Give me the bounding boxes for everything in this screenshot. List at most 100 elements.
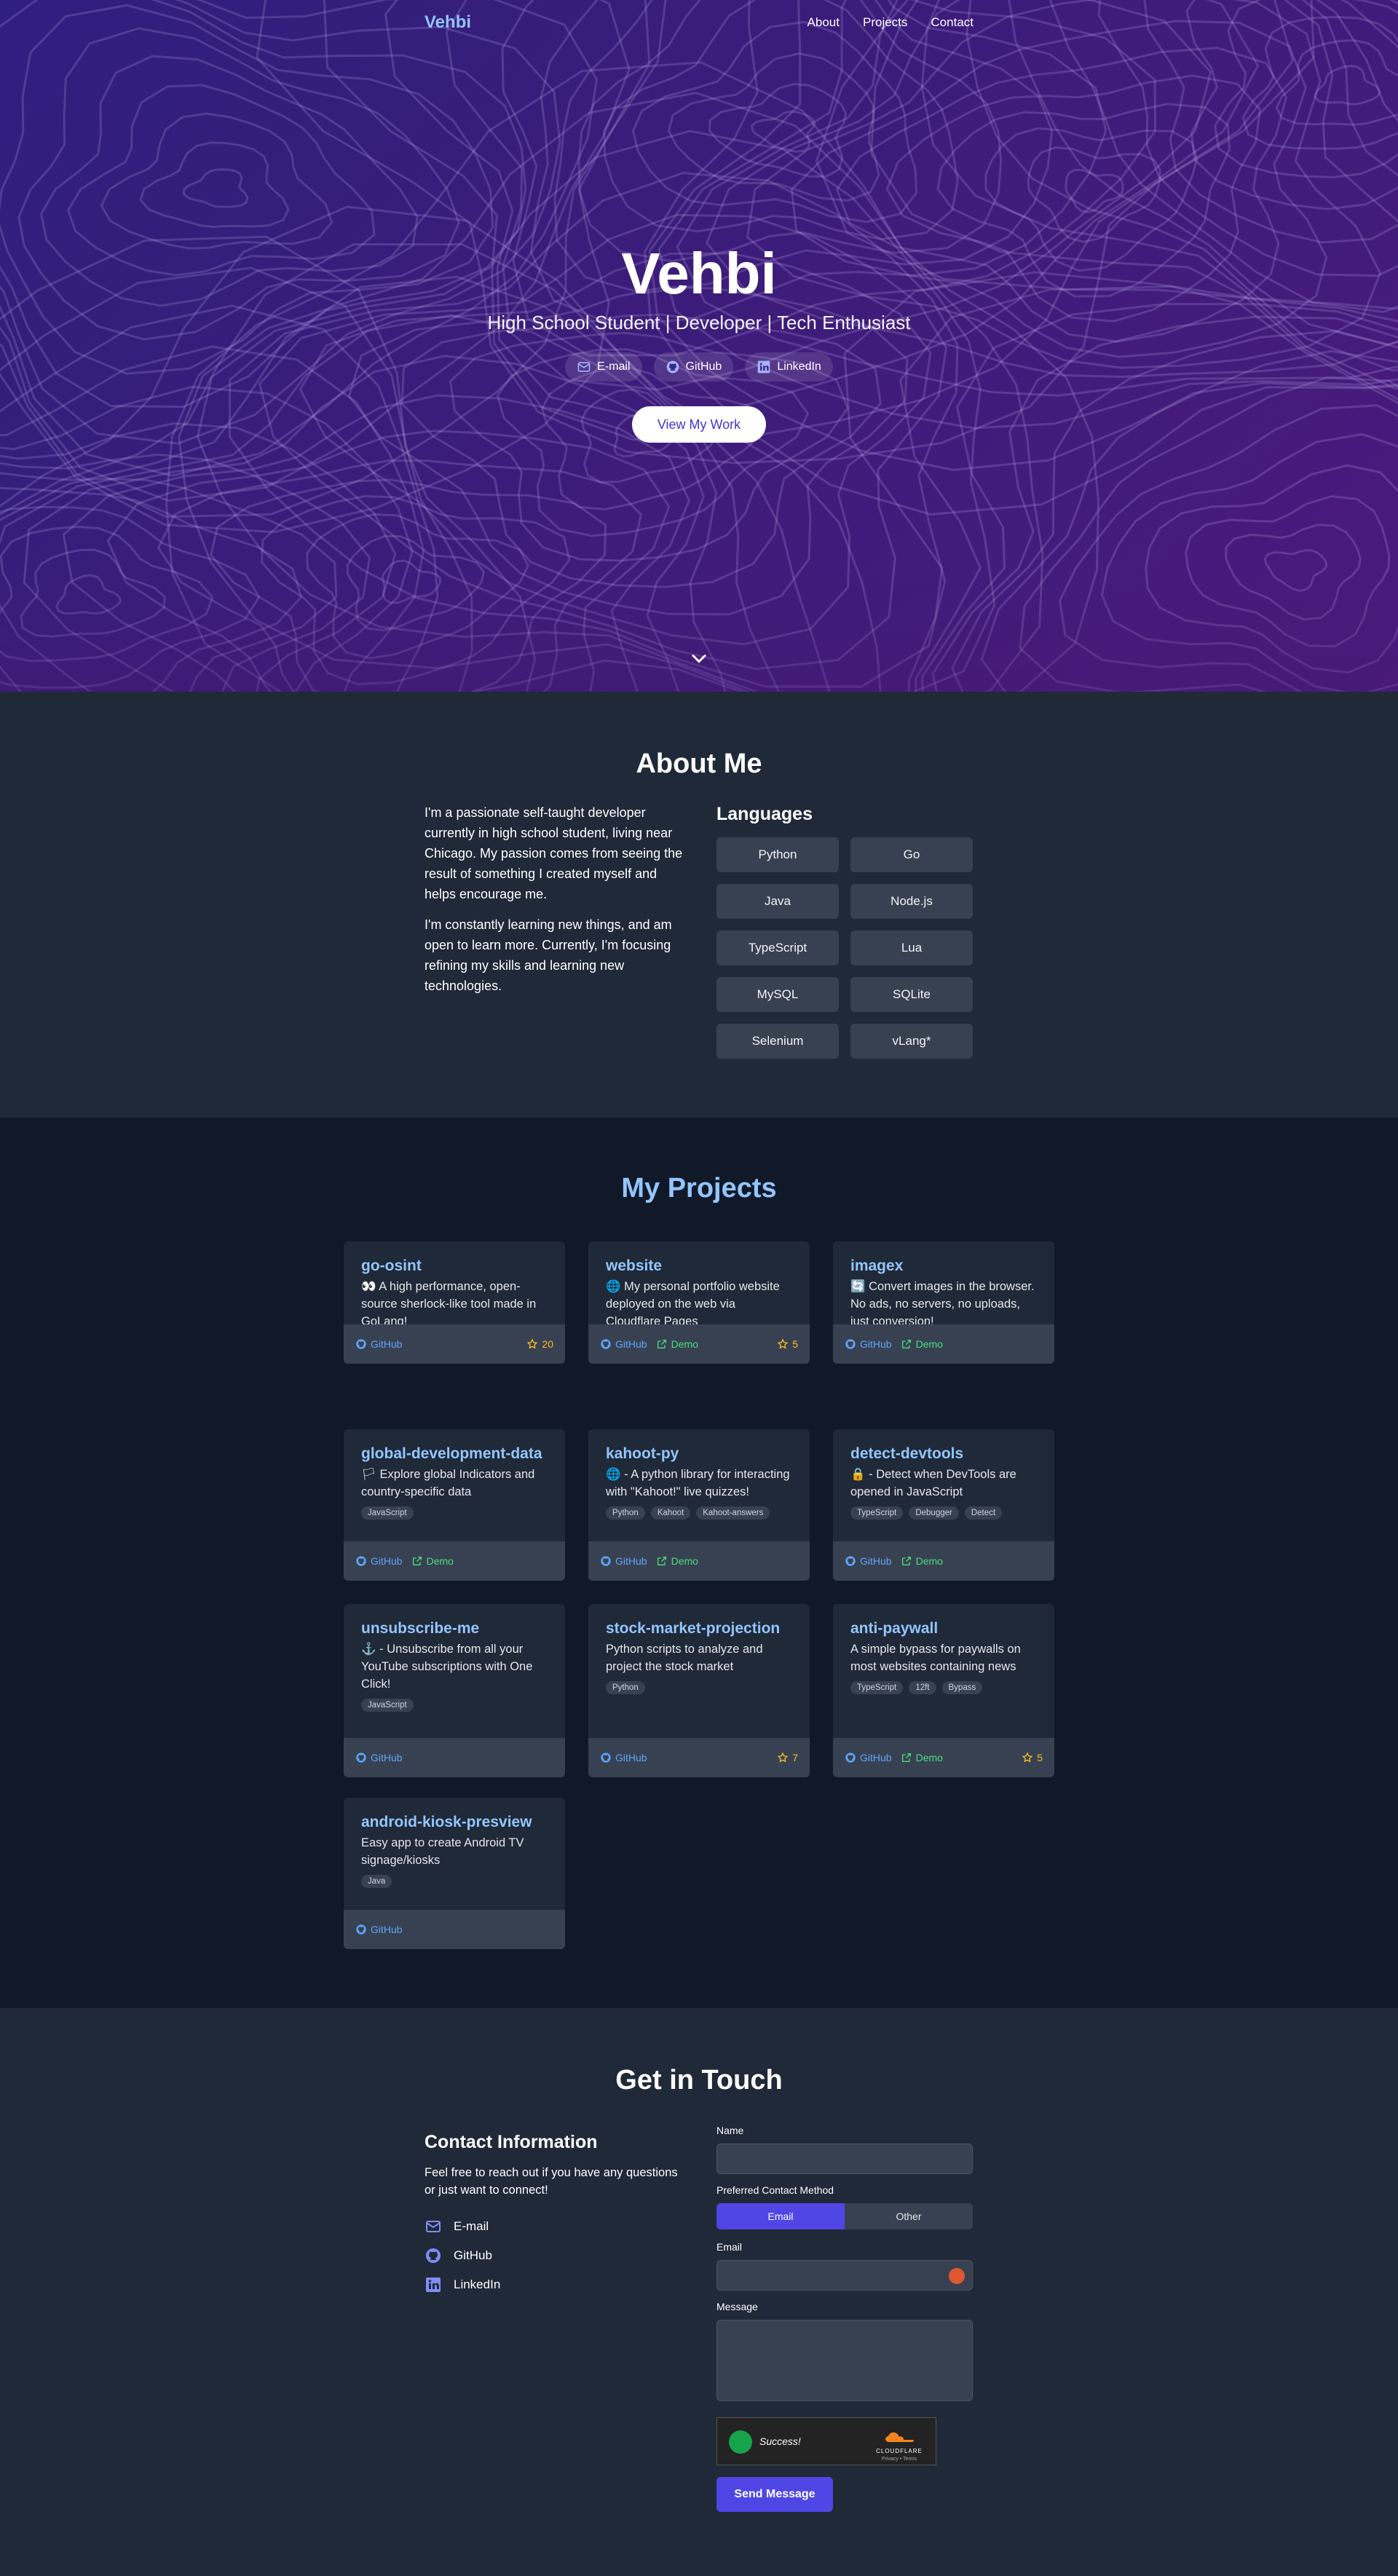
star-count: 5 xyxy=(1022,1752,1043,1763)
top-nav: Vehbi About Projects Contact xyxy=(424,0,974,45)
hero-email-button[interactable]: E-mail xyxy=(565,352,642,382)
demo-link[interactable]: Demo xyxy=(901,1555,943,1567)
project-title[interactable]: kahoot-py xyxy=(606,1445,792,1463)
name-input[interactable] xyxy=(716,2144,973,2174)
mail-icon xyxy=(577,362,591,372)
language-chip: Java xyxy=(716,884,839,919)
project-title[interactable]: anti-paywall xyxy=(850,1620,1037,1637)
star-count-value: 5 xyxy=(1037,1752,1043,1763)
github-link[interactable]: GitHub xyxy=(355,1555,403,1567)
email-input[interactable] xyxy=(716,2260,973,2291)
nav-link-projects[interactable]: Projects xyxy=(863,15,907,30)
contact-linkedin-label: LinkedIn xyxy=(454,2277,501,2291)
demo-label: Demo xyxy=(671,1555,698,1567)
captcha-links[interactable]: Privacy • Terms xyxy=(873,2457,925,2462)
project-title[interactable]: unsubscribe-me xyxy=(361,1620,548,1637)
project-tag: Debugger xyxy=(909,1506,959,1520)
project-title[interactable]: imagex xyxy=(850,1257,1037,1275)
project-tag: Detect xyxy=(964,1506,1003,1520)
message-textarea[interactable] xyxy=(716,2320,973,2401)
site-logo[interactable]: Vehbi xyxy=(424,12,471,33)
demo-link[interactable]: Demo xyxy=(901,1752,943,1763)
github-icon xyxy=(426,2248,441,2263)
demo-label: Demo xyxy=(671,1338,698,1350)
github-icon xyxy=(845,1339,856,1349)
project-card-footer: GitHub 20 xyxy=(344,1324,565,1364)
cloudflare-logo: CLOUDFLARE Privacy • Terms xyxy=(873,2431,925,2462)
contact-email-link[interactable]: E-mail xyxy=(424,2218,500,2235)
languages-title: Languages xyxy=(716,804,813,824)
external-link-icon xyxy=(901,1340,911,1348)
nav-link-about[interactable]: About xyxy=(807,15,840,30)
project-card: unsubscribe-me ⚓ - Unsubscribe from all … xyxy=(344,1604,565,1777)
github-link[interactable]: GitHub xyxy=(355,1924,403,1935)
hero-subtitle: High School Student | Developer | Tech E… xyxy=(487,312,911,333)
project-card: detect-devtools 🔒 - Detect when DevTools… xyxy=(833,1429,1054,1581)
project-tag: 12ft xyxy=(909,1681,936,1694)
github-icon xyxy=(356,1556,366,1566)
github-link[interactable]: GitHub xyxy=(845,1752,892,1763)
github-link[interactable]: GitHub xyxy=(845,1338,892,1350)
project-title[interactable]: stock-market-projection xyxy=(606,1620,792,1637)
send-message-button[interactable]: Send Message xyxy=(716,2477,833,2512)
method-other-option[interactable]: Other xyxy=(845,2203,973,2229)
github-label: GitHub xyxy=(860,1338,892,1350)
github-link[interactable]: GitHub xyxy=(355,1752,403,1763)
nav-link-contact[interactable]: Contact xyxy=(931,15,974,30)
language-chip: Go xyxy=(850,837,973,872)
hero-linkedin-button[interactable]: LinkedIn xyxy=(745,352,833,382)
github-link[interactable]: GitHub xyxy=(600,1555,647,1567)
project-tags: TypeScript 12ft Bypass xyxy=(850,1681,1037,1694)
github-icon xyxy=(601,1556,611,1566)
language-chip: Selenium xyxy=(716,1024,839,1059)
contact-info-title: Contact Information xyxy=(424,2132,598,2152)
project-card: kahoot-py 🌐 - A python library for inter… xyxy=(588,1429,810,1581)
contact-linkedin-link[interactable]: LinkedIn xyxy=(424,2276,500,2293)
project-card: imagex 🔄 Convert images in the browser. … xyxy=(833,1241,1054,1364)
hero-github-button[interactable]: GitHub xyxy=(653,352,734,382)
contact-github-link[interactable]: GitHub xyxy=(424,2247,500,2264)
project-card: global-development-data 🏳 Explore global… xyxy=(344,1429,565,1581)
demo-link[interactable]: Demo xyxy=(901,1338,943,1350)
language-chip: Node.js xyxy=(850,884,973,919)
chevron-down-icon[interactable] xyxy=(689,648,709,668)
project-title[interactable]: global-development-data xyxy=(361,1445,548,1463)
linkedin-icon xyxy=(426,2277,441,2292)
project-title[interactable]: android-kiosk-presview xyxy=(361,1814,548,1831)
method-email-option[interactable]: Email xyxy=(716,2203,845,2229)
github-link[interactable]: GitHub xyxy=(355,1338,403,1350)
contact-method-label: Preferred Contact Method xyxy=(716,2184,834,2196)
project-tag: JavaScript xyxy=(361,1506,414,1520)
captcha-widget[interactable]: Success! CLOUDFLARE Privacy • Terms xyxy=(716,2417,936,2465)
language-chip: Python xyxy=(716,837,839,872)
project-card-footer: GitHub Demo xyxy=(588,1541,810,1581)
view-my-work-button[interactable]: View My Work xyxy=(632,406,766,443)
project-tags: Python Kahoot Kahoot-answers xyxy=(606,1506,792,1520)
github-link[interactable]: GitHub xyxy=(845,1555,892,1567)
captcha-status: Success! xyxy=(759,2435,801,2447)
project-title[interactable]: website xyxy=(606,1257,792,1275)
project-description: 🔒 - Detect when DevTools are opened in J… xyxy=(850,1468,1016,1498)
project-card-footer: GitHub Demo 5 xyxy=(588,1324,810,1364)
project-tag: Python xyxy=(606,1506,645,1520)
project-tag: Python xyxy=(606,1681,645,1694)
contact-method-toggle: Email Other xyxy=(716,2203,973,2229)
duckduckgo-icon[interactable] xyxy=(949,2268,965,2284)
star-icon xyxy=(527,1338,538,1349)
language-chip: vLang* xyxy=(850,1024,973,1059)
project-tag: TypeScript xyxy=(850,1506,904,1520)
github-link[interactable]: GitHub xyxy=(600,1338,647,1350)
demo-link[interactable]: Demo xyxy=(656,1338,698,1350)
github-label: GitHub xyxy=(371,1338,403,1350)
github-icon xyxy=(601,1339,611,1349)
demo-link[interactable]: Demo xyxy=(656,1555,698,1567)
email-label: Email xyxy=(716,2241,743,2253)
project-title[interactable]: detect-devtools xyxy=(850,1445,1037,1463)
star-count: 20 xyxy=(526,1338,553,1350)
project-title[interactable]: go-osint xyxy=(361,1257,548,1275)
demo-label: Demo xyxy=(426,1555,454,1567)
about-paragraph: I'm constantly learning new things, and … xyxy=(424,917,672,993)
star-icon xyxy=(777,1338,789,1349)
demo-link[interactable]: Demo xyxy=(411,1555,454,1567)
github-link[interactable]: GitHub xyxy=(600,1752,647,1763)
